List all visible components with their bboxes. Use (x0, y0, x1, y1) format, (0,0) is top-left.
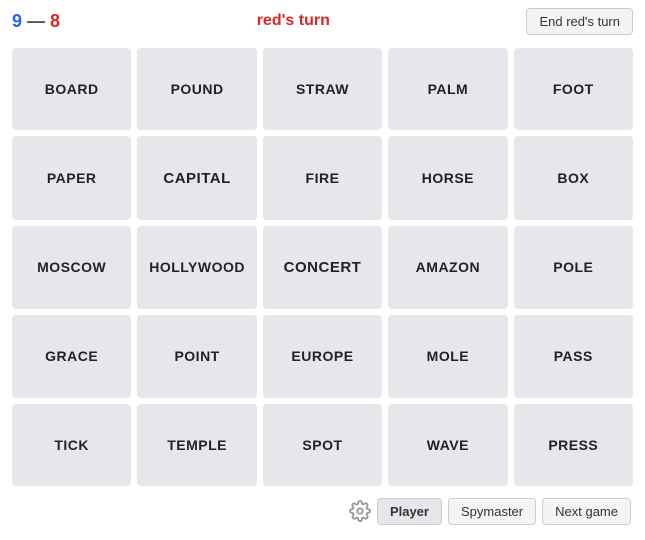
card-grace[interactable]: GRACE (12, 315, 131, 397)
card-palm[interactable]: PALM (388, 48, 507, 130)
card-wave[interactable]: WAVE (388, 404, 507, 486)
footer: Player Spymaster Next game (0, 492, 645, 530)
spymaster-button[interactable]: Spymaster (448, 498, 536, 525)
card-amazon[interactable]: AMAZON (388, 226, 507, 309)
card-mole[interactable]: MOLE (388, 315, 507, 397)
blue-score: 9 (12, 11, 22, 31)
card-concert[interactable]: CONCERT (263, 226, 382, 309)
card-straw[interactable]: STRAW (263, 48, 382, 130)
player-button[interactable]: Player (377, 498, 442, 525)
card-press[interactable]: PRESS (514, 404, 633, 486)
score-display: 9 — 8 (12, 11, 60, 32)
card-point[interactable]: POINT (137, 315, 256, 397)
next-game-button[interactable]: Next game (542, 498, 631, 525)
card-pass[interactable]: PASS (514, 315, 633, 397)
card-hollywood[interactable]: HOLLYWOOD (137, 226, 256, 309)
card-temple[interactable]: TEMPLE (137, 404, 256, 486)
card-europe[interactable]: EUROPE (263, 315, 382, 397)
card-grid: BOARDPOUNDSTRAWPALMFOOT PAPERCAPITALFIREH… (0, 42, 645, 492)
settings-icon[interactable] (349, 500, 371, 522)
card-moscow[interactable]: MOSCOW (12, 226, 131, 309)
card-fire[interactable]: FIRE (263, 136, 382, 219)
red-score: 8 (50, 11, 60, 31)
card-horse[interactable]: HORSE (388, 136, 507, 219)
card-tick[interactable]: TICK (12, 404, 131, 486)
card-paper[interactable]: PAPER (12, 136, 131, 219)
card-capital[interactable]: CAPITAL (137, 136, 256, 219)
turn-label: red's turn (257, 12, 330, 30)
card-pole[interactable]: POLE (514, 226, 633, 309)
card-pound[interactable]: POUND (137, 48, 256, 130)
end-turn-button[interactable]: End red's turn (526, 8, 633, 35)
score-dash: — (27, 11, 45, 31)
card-board[interactable]: BOARD (12, 48, 131, 130)
card-box[interactable]: BOX (514, 136, 633, 219)
card-spot[interactable]: SPOT (263, 404, 382, 486)
card-foot[interactable]: FOOT (514, 48, 633, 130)
